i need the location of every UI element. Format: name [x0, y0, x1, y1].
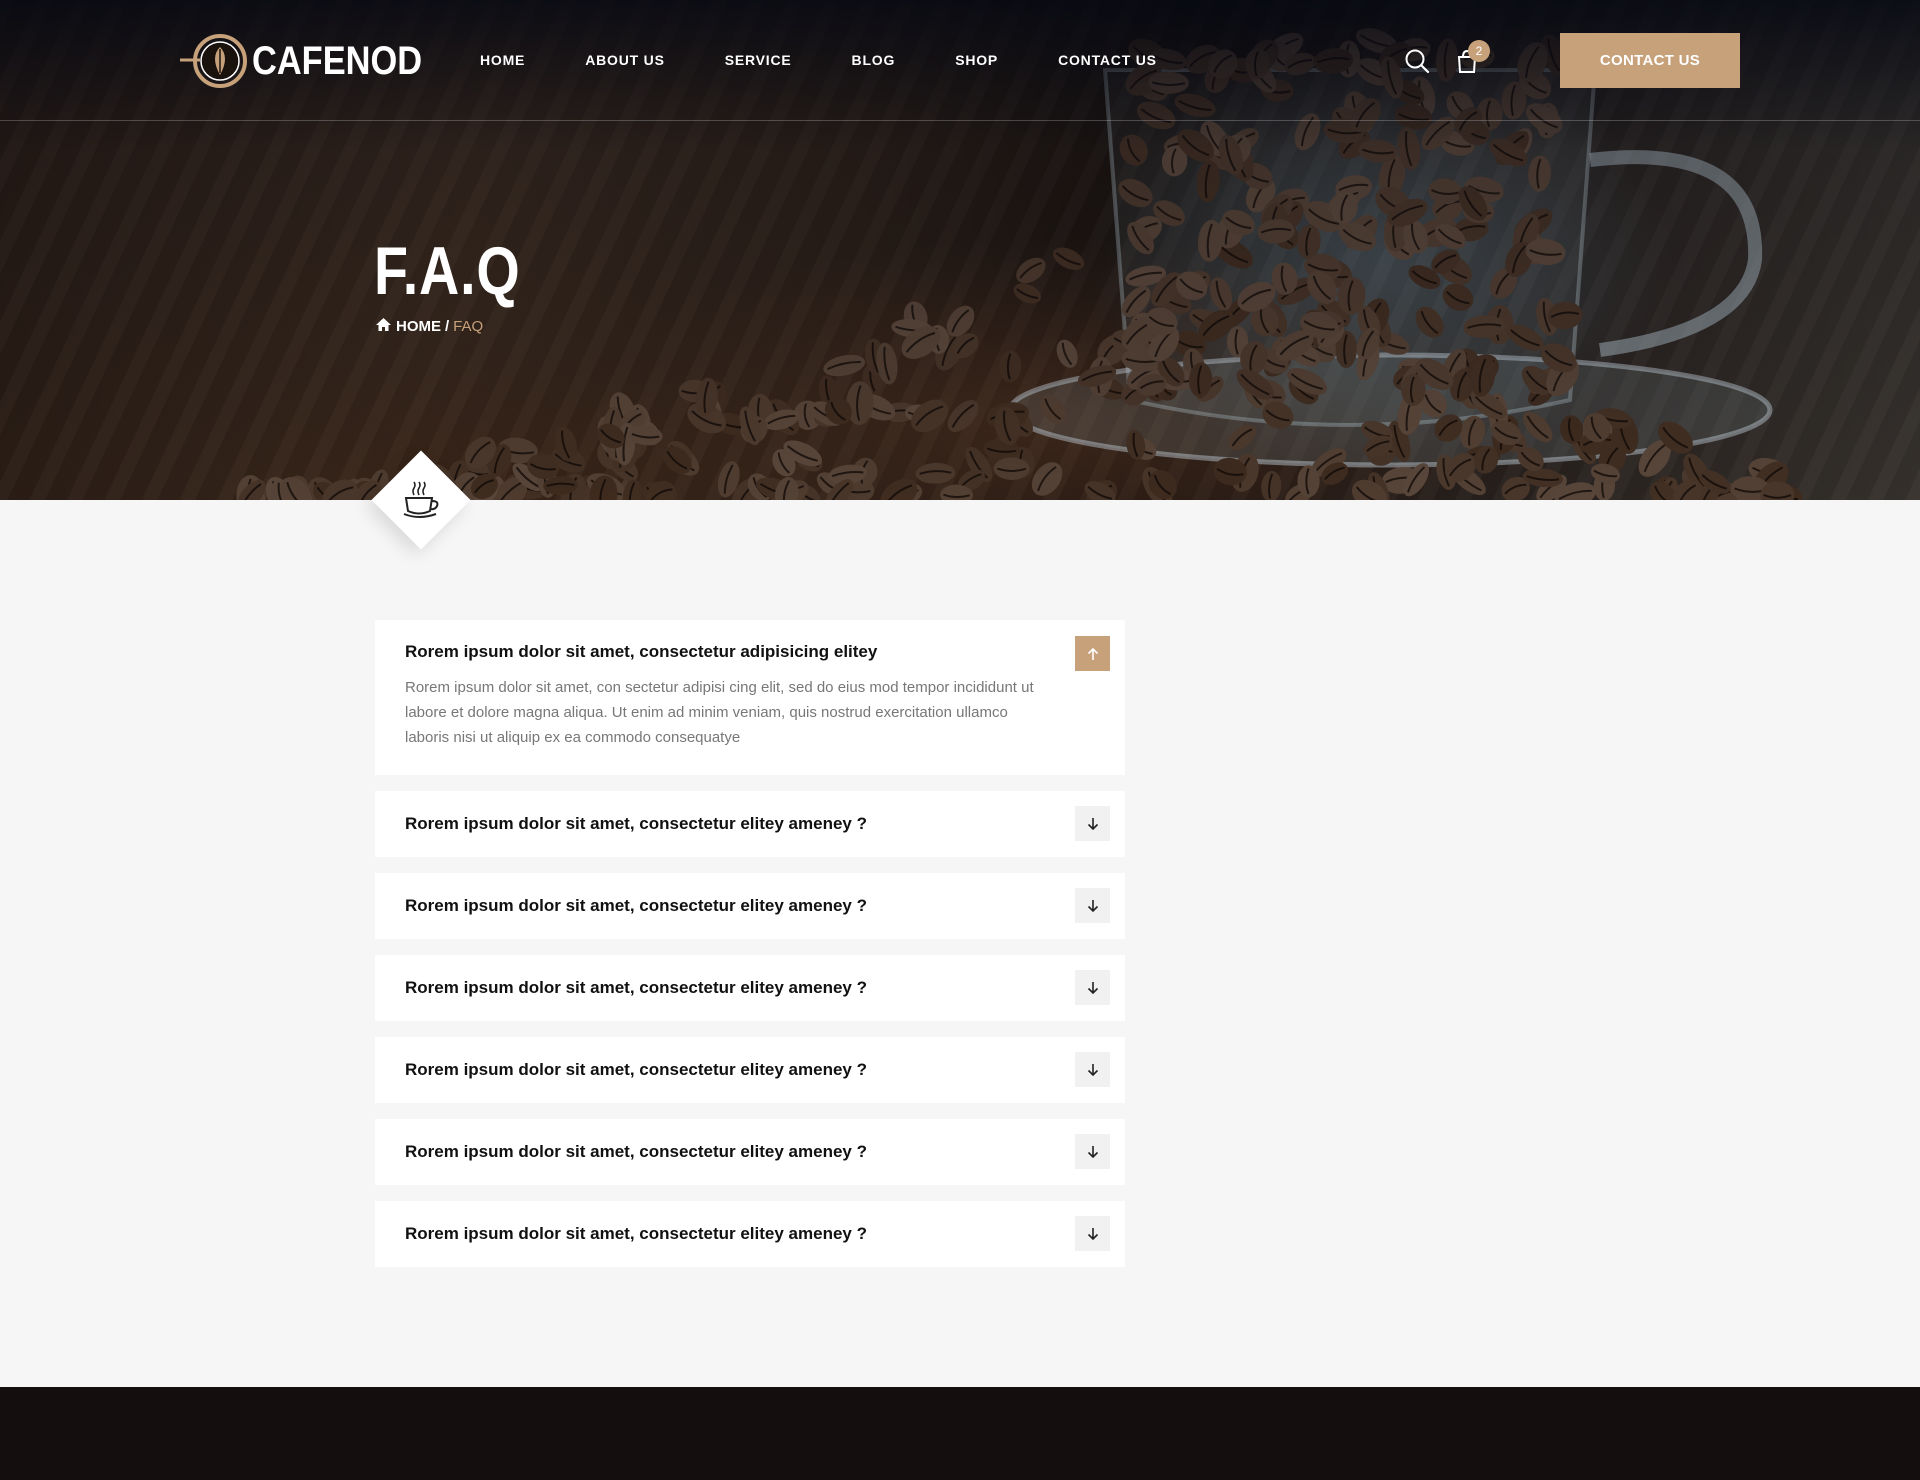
- coffee-cup-icon: [398, 478, 444, 524]
- nav-service[interactable]: SERVICE: [725, 52, 792, 68]
- faq-item[interactable]: Rorem ipsum dolor sit amet, consectetur …: [375, 873, 1125, 939]
- nav-home[interactable]: HOME: [480, 52, 525, 68]
- faq-item[interactable]: Rorem ipsum dolor sit amet, consectetur …: [375, 1119, 1125, 1185]
- arrow-up-icon[interactable]: [1075, 636, 1110, 671]
- arrow-down-icon[interactable]: [1075, 1052, 1110, 1087]
- logo-cup-icon: [178, 33, 248, 89]
- breadcrumb: HOME / FAQ: [375, 317, 483, 336]
- faq-item[interactable]: Rorem ipsum dolor sit amet, consectetur …: [375, 620, 1125, 775]
- arrow-down-icon[interactable]: [1075, 888, 1110, 923]
- arrow-down-icon[interactable]: [1075, 1134, 1110, 1169]
- breadcrumb-current: FAQ: [453, 318, 484, 335]
- faq-item[interactable]: Rorem ipsum dolor sit amet, consectetur …: [375, 1037, 1125, 1103]
- breadcrumb-home-link[interactable]: HOME: [396, 318, 441, 335]
- logo[interactable]: CAFENOD: [178, 33, 450, 89]
- arrow-down-icon[interactable]: [1075, 1216, 1110, 1251]
- main-nav: HOME ABOUT US SERVICE BLOG SHOP CONTACT …: [480, 52, 1217, 68]
- faq-item[interactable]: Rorem ipsum dolor sit amet, consectetur …: [375, 1201, 1125, 1267]
- breadcrumb-separator: /: [445, 318, 450, 335]
- logo-text: CAFENOD: [252, 38, 423, 83]
- home-icon[interactable]: [375, 317, 392, 336]
- nav-contact-us[interactable]: CONTACT US: [1058, 52, 1157, 68]
- faq-question[interactable]: Rorem ipsum dolor sit amet, consectetur …: [405, 814, 867, 834]
- site-header: CAFENOD HOME ABOUT US SERVICE BLOG SHOP …: [0, 0, 1920, 121]
- faq-item[interactable]: Rorem ipsum dolor sit amet, consectetur …: [375, 791, 1125, 857]
- faq-question[interactable]: Rorem ipsum dolor sit amet, consectetur …: [405, 896, 867, 916]
- faq-accordion: Rorem ipsum dolor sit amet, consectetur …: [375, 620, 1125, 1283]
- faq-question[interactable]: Rorem ipsum dolor sit amet, consectetur …: [405, 1224, 867, 1244]
- arrow-down-icon[interactable]: [1075, 806, 1110, 841]
- page-title: F.A.Q: [374, 233, 521, 309]
- arrow-down-icon[interactable]: [1075, 970, 1110, 1005]
- site-footer: [0, 1387, 1920, 1480]
- faq-question[interactable]: Rorem ipsum dolor sit amet, consectetur …: [405, 978, 867, 998]
- faq-question[interactable]: Rorem ipsum dolor sit amet, consectetur …: [405, 1142, 867, 1162]
- nav-shop[interactable]: SHOP: [955, 52, 998, 68]
- faq-item[interactable]: Rorem ipsum dolor sit amet, consectetur …: [375, 955, 1125, 1021]
- faq-answer: Rorem ipsum dolor sit amet, con sectetur…: [405, 679, 1034, 746]
- faq-question[interactable]: Rorem ipsum dolor sit amet, consectetur …: [405, 1060, 867, 1080]
- faq-question[interactable]: Rorem ipsum dolor sit amet, consectetur …: [405, 642, 877, 662]
- nav-blog[interactable]: BLOG: [852, 52, 896, 68]
- nav-about-us[interactable]: ABOUT US: [585, 52, 665, 68]
- contact-us-button[interactable]: CONTACT US: [1560, 33, 1740, 88]
- search-icon[interactable]: [1402, 46, 1432, 76]
- cart-count-badge: 2: [1468, 40, 1490, 62]
